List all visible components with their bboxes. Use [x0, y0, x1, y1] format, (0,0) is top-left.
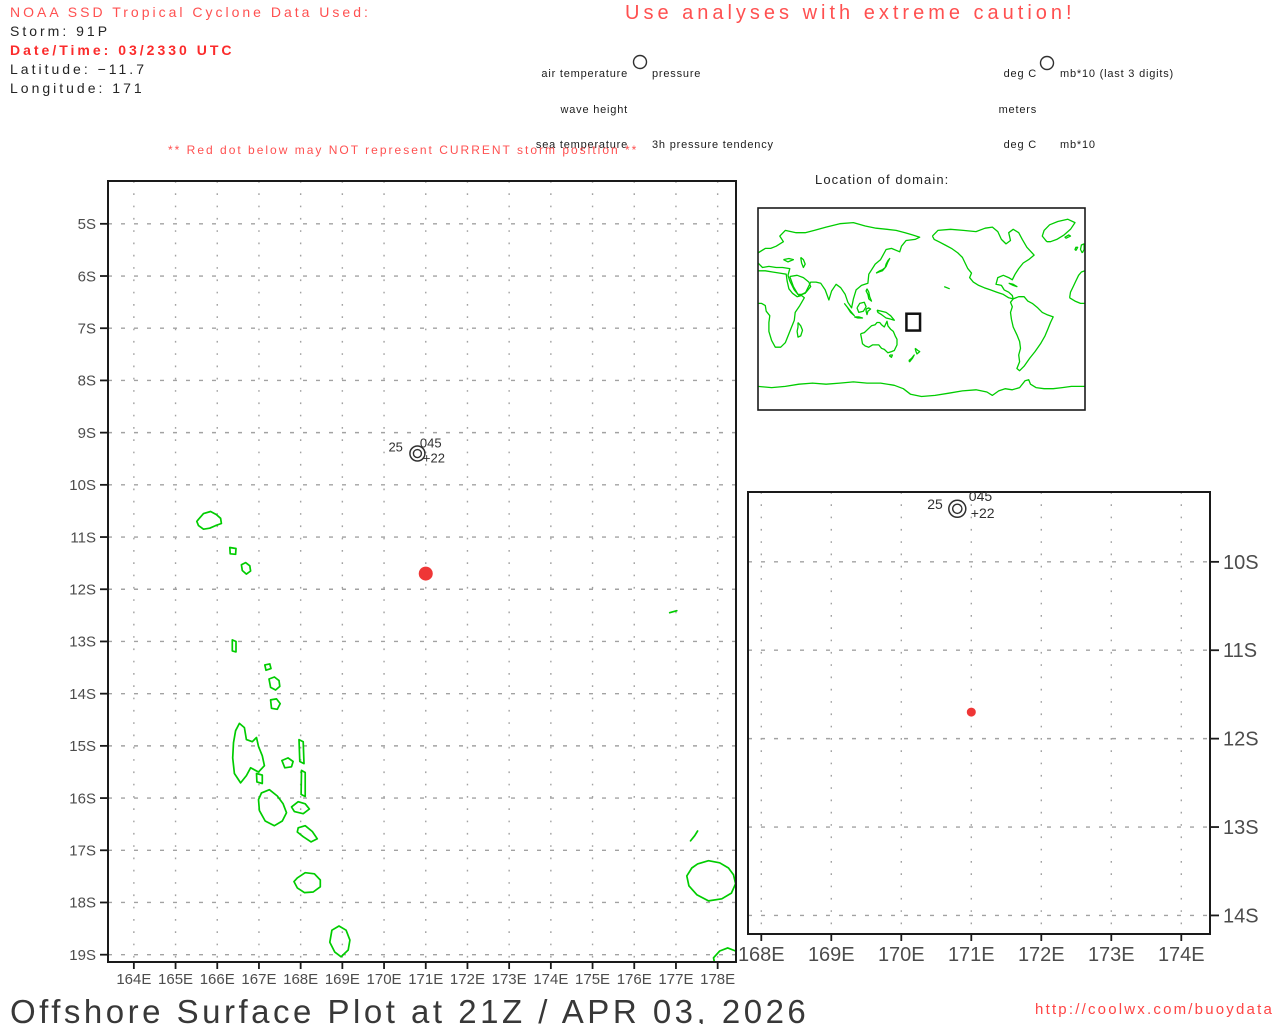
- svg-text:15S: 15S: [69, 738, 96, 755]
- source-url-link[interactable]: http://coolwx.com/buoydata: [1035, 1001, 1274, 1018]
- svg-text:10S: 10S: [69, 477, 96, 494]
- svg-text:170E: 170E: [878, 944, 925, 966]
- svg-text:12S: 12S: [69, 582, 96, 599]
- svg-text:172E: 172E: [1018, 944, 1065, 966]
- map-panel-zoom: 168E 169E 170E 171E 172E 173E 174E 10S 11S 12S 13S…: [738, 488, 1259, 966]
- coastlines-main: [195, 510, 736, 962]
- svg-text:12S: 12S: [1223, 729, 1259, 751]
- svg-text:17S: 17S: [69, 843, 96, 860]
- world-inset-map: [757, 207, 1086, 411]
- svg-text:25: 25: [388, 440, 402, 455]
- page-title: Offshore Surface Plot at 21Z / APR 03, 2…: [10, 993, 810, 1024]
- svg-text:13S: 13S: [69, 634, 96, 651]
- svg-text:169E: 169E: [325, 971, 360, 988]
- svg-text:10S: 10S: [1223, 552, 1259, 574]
- svg-text:+22: +22: [971, 505, 995, 521]
- map-panel-main: 164E 165E 166E 167E 168E 169E 170E 171E 172E 173E…: [69, 180, 737, 988]
- svg-text:16S: 16S: [69, 790, 96, 807]
- svg-text:177E: 177E: [658, 971, 693, 988]
- svg-text:14S: 14S: [1223, 905, 1259, 927]
- svg-text:13S: 13S: [1223, 817, 1259, 839]
- svg-text:173E: 173E: [1088, 944, 1135, 966]
- svg-text:175E: 175E: [575, 971, 610, 988]
- station-plot-main: 25 045+22: [388, 436, 445, 466]
- svg-text:11S: 11S: [1223, 640, 1257, 662]
- svg-text:168E: 168E: [738, 944, 785, 966]
- plots-canvas: 164E 165E 166E 167E 168E 169E 170E 171E 172E 173E…: [69, 180, 1259, 988]
- svg-text:045: 045: [420, 436, 442, 451]
- svg-text:170E: 170E: [367, 971, 402, 988]
- buoy-surface-plot-page: NOAA SSD Tropical Cyclone Data Used: Sto…: [0, 0, 1280, 1024]
- svg-text:164E: 164E: [116, 971, 151, 988]
- svg-text:173E: 173E: [492, 971, 527, 988]
- svg-text:5S: 5S: [78, 216, 96, 233]
- svg-text:171E: 171E: [408, 971, 443, 988]
- svg-text:18S: 18S: [69, 895, 96, 912]
- svg-text:172E: 172E: [450, 971, 485, 988]
- domain-box: [905, 312, 922, 332]
- svg-text:174E: 174E: [533, 971, 568, 988]
- svg-text:19S: 19S: [69, 947, 96, 964]
- svg-text:166E: 166E: [200, 971, 235, 988]
- svg-text:045: 045: [969, 488, 993, 504]
- svg-text:165E: 165E: [158, 971, 193, 988]
- svg-text:167E: 167E: [241, 971, 276, 988]
- svg-text:+22: +22: [423, 451, 445, 466]
- svg-text:168E: 168E: [283, 971, 318, 988]
- svg-text:14S: 14S: [69, 686, 96, 703]
- svg-text:178E: 178E: [700, 971, 735, 988]
- svg-text:8S: 8S: [78, 373, 96, 390]
- svg-text:6S: 6S: [78, 268, 96, 285]
- svg-text:7S: 7S: [78, 320, 96, 337]
- storm-red-dot-main: [418, 566, 433, 581]
- svg-text:176E: 176E: [617, 971, 652, 988]
- svg-text:171E: 171E: [948, 944, 995, 966]
- storm-red-dot-zoom: [966, 707, 976, 717]
- svg-text:25: 25: [927, 496, 943, 512]
- svg-text:9S: 9S: [78, 425, 96, 442]
- svg-text:11S: 11S: [70, 529, 96, 546]
- svg-text:169E: 169E: [808, 944, 855, 966]
- svg-text:174E: 174E: [1158, 944, 1205, 966]
